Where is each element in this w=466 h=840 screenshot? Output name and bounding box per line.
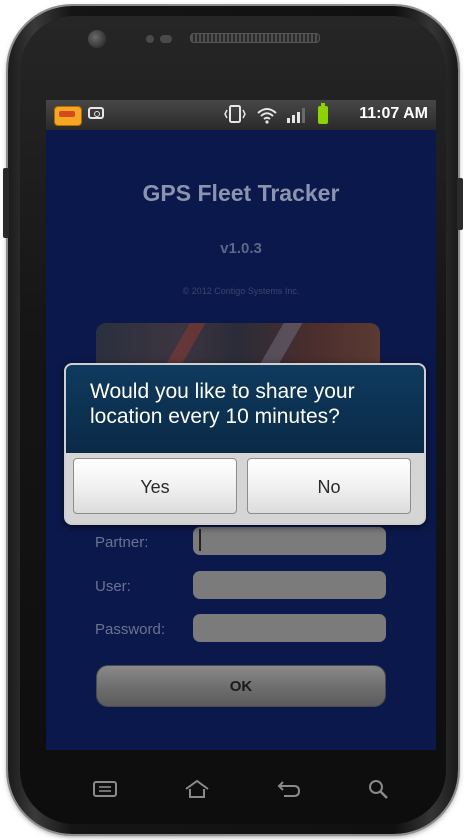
- home-icon[interactable]: [180, 776, 214, 802]
- app-notification-icon: [54, 106, 82, 126]
- front-camera: [88, 30, 106, 48]
- status-bar: 11:07 AM: [46, 100, 436, 130]
- share-location-dialog: Would you like to share your location ev…: [64, 363, 426, 525]
- earpiece-speaker: [190, 33, 320, 43]
- volume-button: [3, 168, 9, 238]
- wifi-icon: [256, 106, 278, 124]
- signal-icon: [286, 107, 308, 123]
- vibrate-icon: [224, 105, 246, 127]
- proximity-sensor: [146, 35, 154, 43]
- menu-icon[interactable]: [88, 776, 122, 802]
- back-icon[interactable]: [272, 776, 306, 802]
- status-time: 11:07 AM: [359, 105, 428, 122]
- screen: 11:07 AM GPS Fleet Tracker v1.0.3 © 2012…: [46, 100, 436, 750]
- no-button[interactable]: No: [247, 458, 411, 514]
- light-sensor: [160, 35, 172, 43]
- camera-icon: [88, 107, 104, 119]
- yes-button[interactable]: Yes: [73, 458, 237, 514]
- search-icon[interactable]: [362, 776, 396, 802]
- dialog-message: Would you like to share your location ev…: [90, 380, 355, 428]
- battery-icon: [318, 103, 328, 124]
- power-button: [457, 178, 463, 230]
- dialog-message-area: Would you like to share your location ev…: [66, 365, 424, 453]
